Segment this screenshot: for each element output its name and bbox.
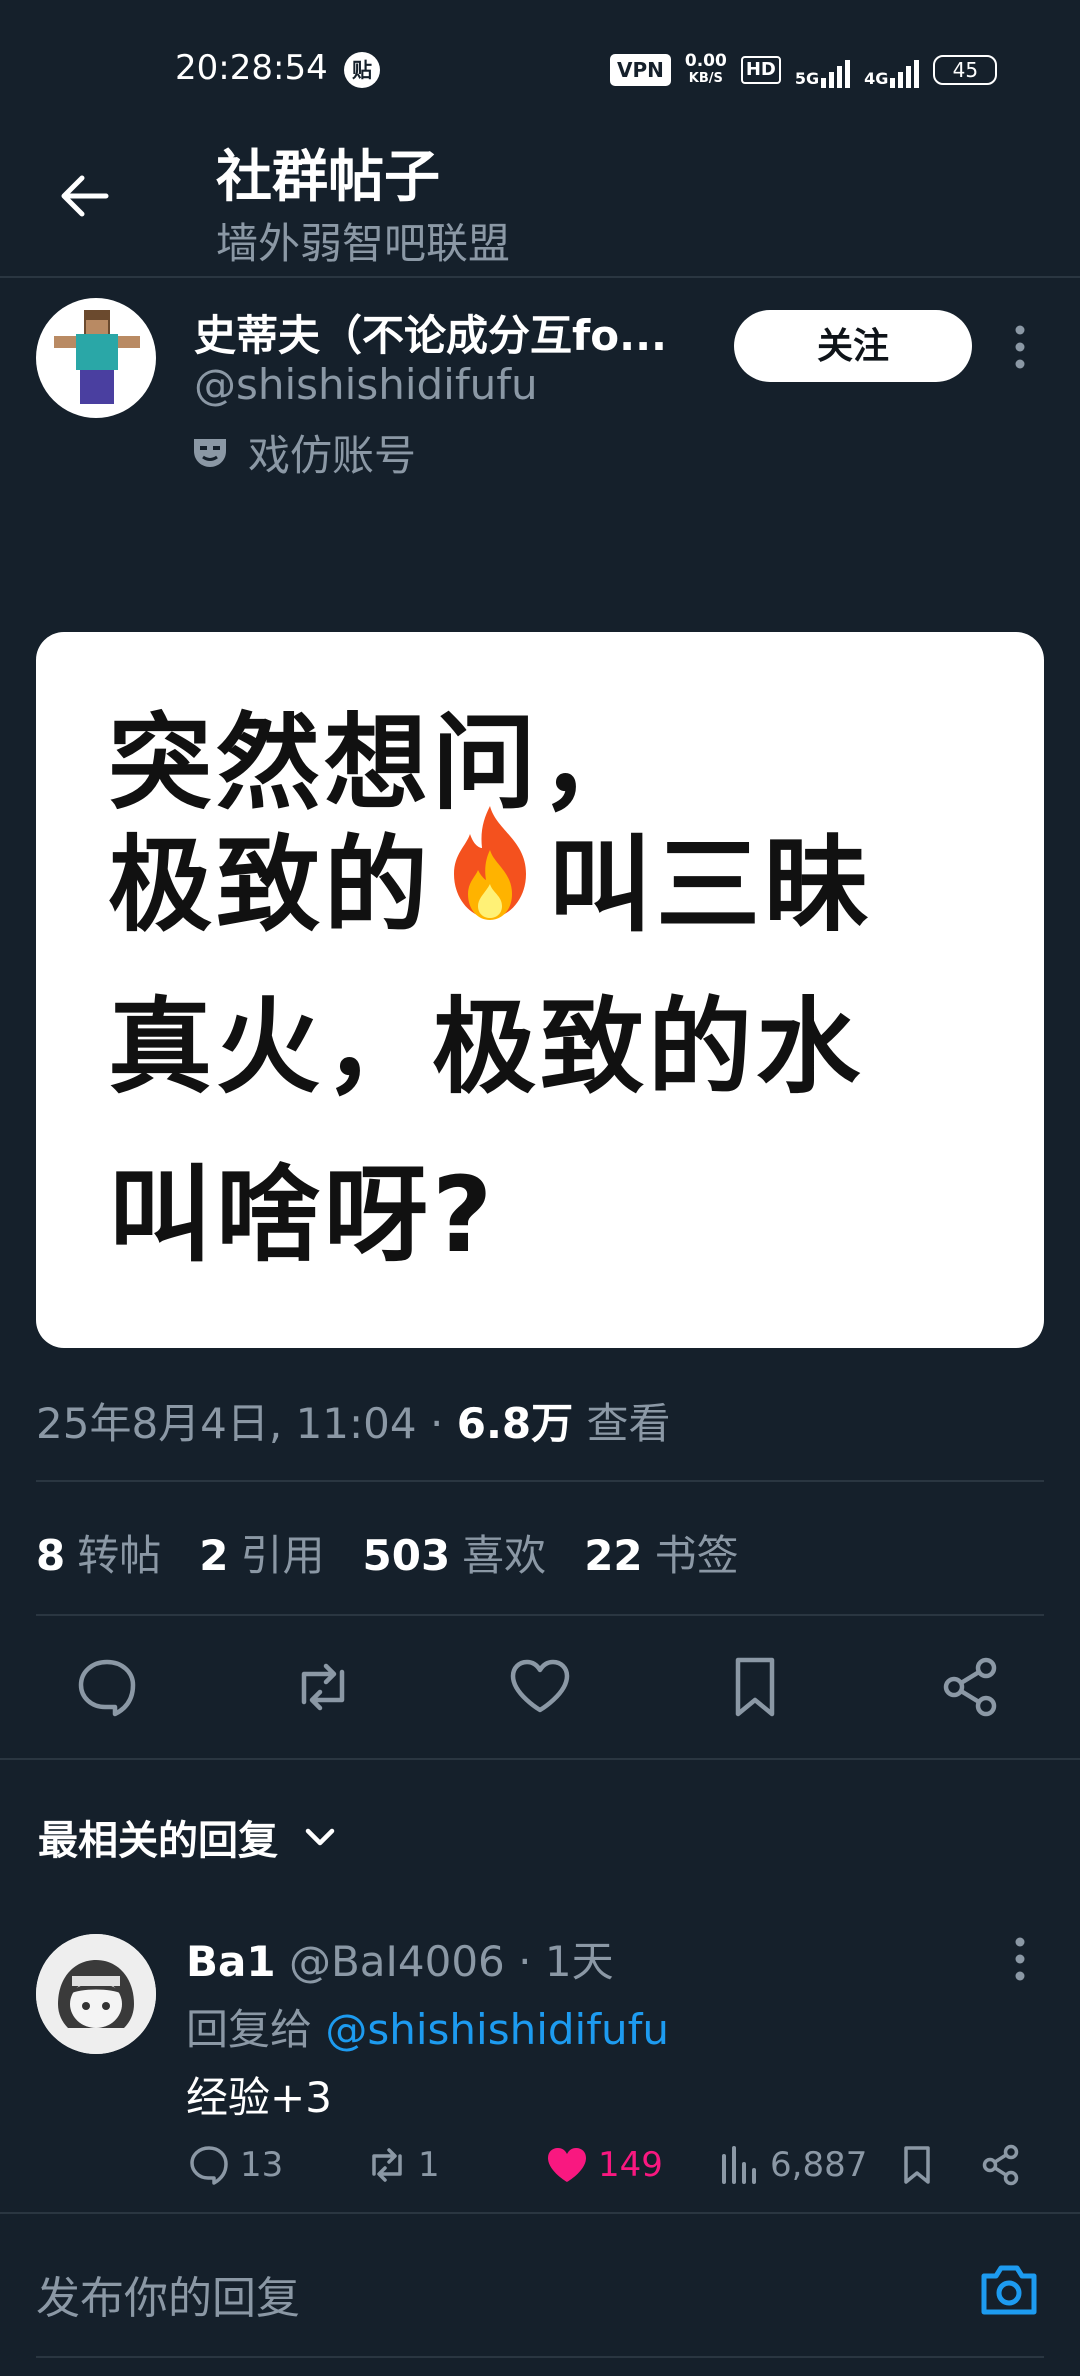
battery-icon: 45 xyxy=(933,55,998,85)
hd-icon: HD xyxy=(740,56,781,84)
bookmark-stat[interactable]: 22 书签 xyxy=(584,1522,738,1583)
more-options-icon[interactable] xyxy=(1006,322,1034,372)
heart-filled-icon xyxy=(548,2148,586,2182)
reply-to-line: 回复给 @shishishidifufu xyxy=(186,2005,670,2054)
parody-account-tag: 戏仿账号 xyxy=(190,422,416,483)
image-text-line: 真火，极致的水 xyxy=(108,986,865,1108)
post-image[interactable]: 突然想问， 极致的 叫三昧 真火，极致的水 叫啥呀? xyxy=(36,632,1044,1348)
reply-views-button[interactable]: 6,887 xyxy=(716,2142,867,2188)
reply-time: 1天 xyxy=(544,1937,614,1986)
reply-repost-button[interactable]: 1 xyxy=(364,2142,440,2188)
image-text-line: 叫啥呀? xyxy=(108,1154,497,1276)
reply-author-name[interactable]: Ba1 xyxy=(186,1937,276,1986)
compose-underline xyxy=(36,2356,1044,2358)
like-heart-icon[interactable] xyxy=(505,1652,575,1722)
post-date: 25年8月4日, 11:04 xyxy=(36,1399,417,1448)
camera-icon[interactable] xyxy=(978,2260,1040,2318)
chevron-down-icon xyxy=(305,1828,335,1846)
repost-icon[interactable] xyxy=(288,1652,358,1722)
reply-icon xyxy=(190,2146,228,2185)
bookmark-icon[interactable] xyxy=(720,1652,790,1722)
author-avatar[interactable] xyxy=(36,298,156,418)
page-title: 社群帖子 xyxy=(216,145,440,210)
divider xyxy=(36,1480,1044,1482)
divider xyxy=(36,1614,1044,1616)
image-text-line: 极致的 叫三昧 xyxy=(108,800,872,951)
reply-sort-dropdown[interactable]: 最相关的回复 xyxy=(38,1808,338,1866)
reply-author-handle[interactable]: @BaI4006 xyxy=(289,1937,505,1986)
post-stats: 8 转帖 2 引用 503 喜欢 22 书签 xyxy=(36,1522,739,1583)
status-icons: VPN 0.00 KB/S HD 5G 4G 45 xyxy=(610,50,998,90)
back-arrow-icon[interactable] xyxy=(56,168,112,224)
divider xyxy=(0,1758,1080,1760)
reply-header: Ba1 @BaI4006 · 1天 xyxy=(186,1937,614,1986)
reply-more-options-icon[interactable] xyxy=(1006,1934,1034,1984)
vpn-icon: VPN xyxy=(610,54,671,86)
header-divider xyxy=(0,276,1080,278)
status-time: 20:28:54 xyxy=(175,48,328,88)
share-icon[interactable] xyxy=(936,1652,1006,1722)
notification-badge-icon: 贴 xyxy=(344,52,380,88)
follow-button[interactable]: 关注 xyxy=(734,310,972,382)
reply-share-icon[interactable] xyxy=(978,2142,1024,2188)
views-chart-icon xyxy=(722,2146,756,2184)
reply-icon[interactable] xyxy=(72,1652,142,1722)
reply-like-button[interactable]: 149 xyxy=(544,2142,663,2188)
reply-avatar[interactable] xyxy=(36,1934,156,2054)
reply-to-link[interactable]: @shishishidifufu xyxy=(325,2005,669,2054)
post-meta: 25年8月4日, 11:04 · 6.8万 查看 xyxy=(36,1399,671,1448)
quote-stat[interactable]: 2 引用 xyxy=(199,1522,324,1583)
repost-stat[interactable]: 8 转帖 xyxy=(36,1522,161,1583)
net-speed: 0.00 KB/S xyxy=(684,51,727,86)
reply-compose-input[interactable]: 发布你的回复 xyxy=(36,2262,300,2326)
view-count: 6.8万 xyxy=(456,1399,574,1448)
reply-text: 经验+3 xyxy=(186,2073,332,2122)
divider xyxy=(0,2212,1080,2214)
author-handle[interactable]: @shishishidifufu xyxy=(194,360,538,409)
like-stat[interactable]: 503 喜欢 xyxy=(363,1522,547,1583)
mask-icon xyxy=(194,438,226,467)
reply-reply-button[interactable]: 13 xyxy=(186,2142,283,2188)
view-label: 查看 xyxy=(586,1399,671,1448)
reply-bookmark-icon[interactable] xyxy=(894,2142,940,2188)
signal-5g-icon: 5G xyxy=(795,52,851,88)
author-name[interactable]: 史蒂夫（不论成分互fo... xyxy=(194,302,684,363)
community-name[interactable]: 墙外弱智吧联盟 xyxy=(216,210,510,271)
signal-4g-icon: 4G xyxy=(864,52,920,88)
parody-label: 戏仿账号 xyxy=(248,431,417,480)
repost-icon xyxy=(372,2148,402,2182)
fire-emoji-icon xyxy=(438,800,542,926)
